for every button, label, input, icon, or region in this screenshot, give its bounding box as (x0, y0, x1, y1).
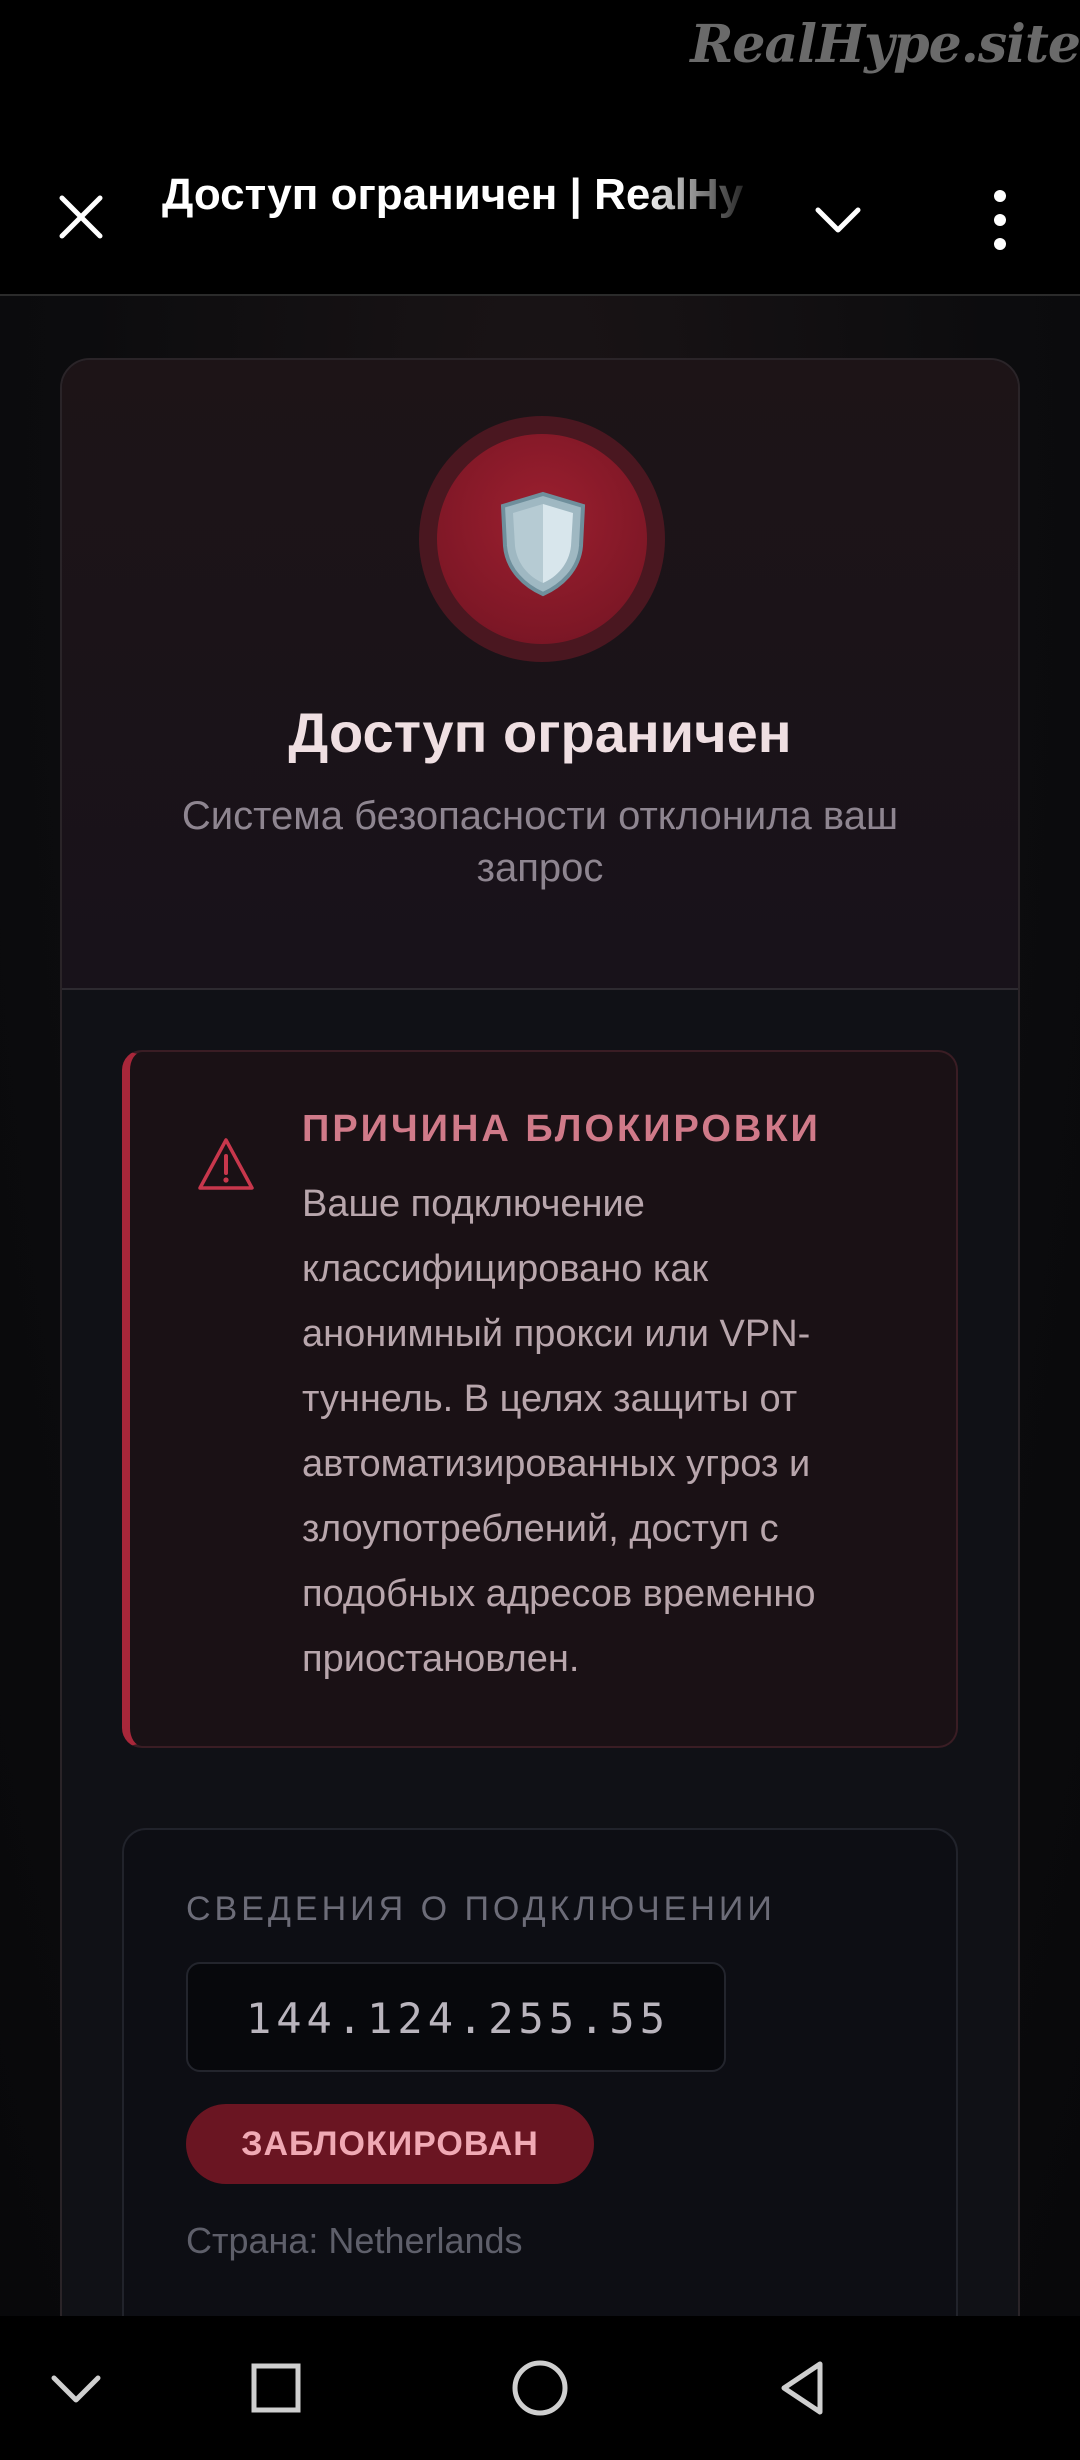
shield-icon (495, 490, 591, 598)
card-title: Доступ ограничен (288, 701, 792, 764)
connection-label: СВЕДЕНИЯ О ПОДКЛЮЧЕНИИ (186, 1890, 776, 1928)
page-content: Доступ ограничен Система безопасности от… (0, 296, 1080, 2316)
status-bar: RealHype.site (0, 0, 1080, 120)
status-badge: ЗАБЛОКИРОВАН (186, 2104, 594, 2184)
block-reason-panel: ПРИЧИНА БЛОКИРОВКИ Ваше подключение клас… (122, 1050, 958, 1748)
triangle-back-icon[interactable] (770, 2354, 838, 2422)
connection-details: СВЕДЕНИЯ О ПОДКЛЮЧЕНИИ 144.124.255.55 ЗА… (122, 1828, 958, 2316)
card-subtitle: Система безопасности отклонила ваш запро… (181, 794, 899, 890)
circle-icon[interactable] (506, 2354, 574, 2422)
browser-header: Доступ ограничен | RealHy (0, 120, 1080, 296)
warning-icon (196, 1136, 256, 1192)
reason-title: ПРИЧИНА БЛОКИРОВКИ (302, 1108, 821, 1150)
system-nav-bar (0, 2316, 1080, 2460)
ip-address: 144.124.255.55 (245, 1994, 670, 2043)
more-vert-icon[interactable] (972, 184, 1028, 256)
card-header: Доступ ограничен Система безопасности от… (62, 360, 1018, 990)
screen: RealHype.site Доступ ограничен | RealHy (0, 0, 1080, 2460)
watermark: RealHype.site (690, 14, 1080, 75)
chevron-down-icon[interactable] (808, 190, 868, 250)
page-title: Доступ ограничен | RealHy (162, 170, 744, 219)
square-icon[interactable] (242, 2354, 310, 2422)
reason-text: Ваше подключение классифицировано как ан… (302, 1183, 816, 1680)
chevron-down-icon[interactable] (42, 2354, 110, 2422)
country-text: Страна: Netherlands (186, 2220, 523, 2261)
block-card: Доступ ограничен Система безопасности от… (60, 358, 1020, 2316)
close-icon[interactable] (48, 184, 114, 250)
shield-badge (419, 416, 665, 662)
ip-address-box: 144.124.255.55 (186, 1962, 726, 2072)
